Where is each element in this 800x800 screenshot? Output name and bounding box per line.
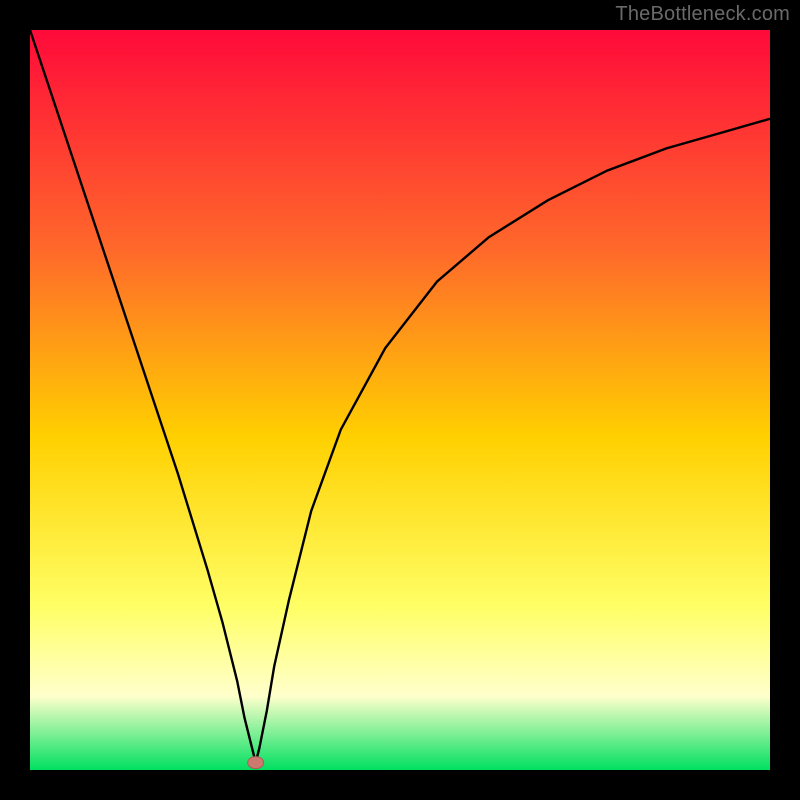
minimum-marker (248, 757, 264, 769)
plot-area (30, 30, 770, 770)
bottleneck-curve-chart (30, 30, 770, 770)
watermark-text: TheBottleneck.com (615, 3, 790, 26)
gradient-background (30, 30, 770, 770)
chart-frame: TheBottleneck.com (0, 0, 800, 800)
